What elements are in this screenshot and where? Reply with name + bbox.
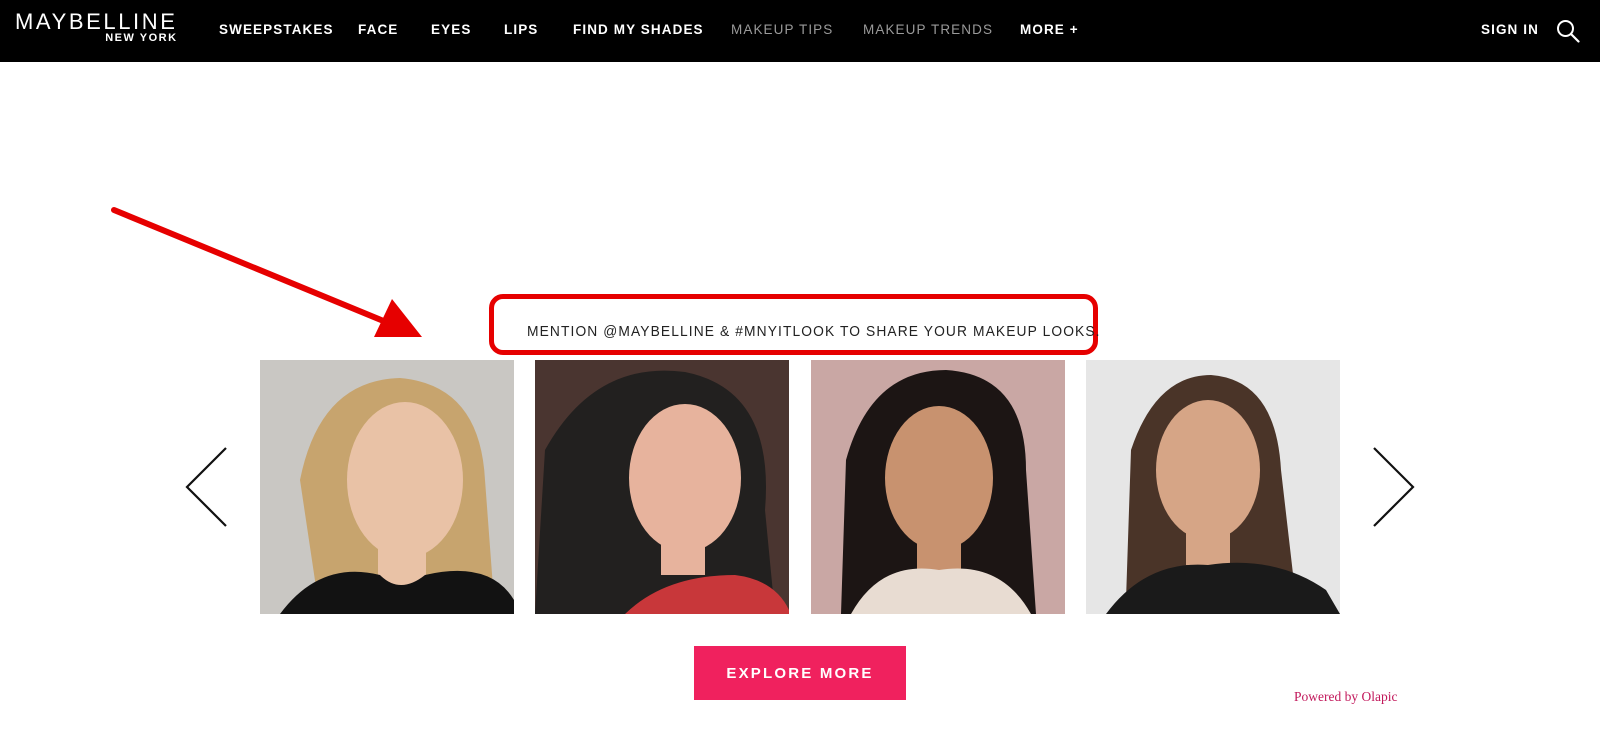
search-icon[interactable] xyxy=(1556,19,1580,43)
ugc-photo-3[interactable] xyxy=(811,360,1065,614)
sign-in-link[interactable]: SIGN IN xyxy=(1481,22,1539,38)
ugc-photo-2[interactable] xyxy=(535,360,789,614)
nav-sweepstakes[interactable]: SWEEPSTAKES xyxy=(219,22,334,38)
nav-face[interactable]: FACE xyxy=(358,22,398,38)
maybelline-logo[interactable]: MAYBELLINE NEW YORK xyxy=(15,9,178,45)
top-navigation-bar: MAYBELLINE NEW YORK SWEEPSTAKES FACE EYE… xyxy=(0,0,1600,62)
powered-by-olapic-link[interactable]: Powered by Olapic xyxy=(1294,689,1397,705)
nav-makeup-trends[interactable]: MAKEUP TRENDS xyxy=(863,22,993,38)
nav-lips[interactable]: LIPS xyxy=(504,22,538,38)
chevron-left-icon[interactable] xyxy=(184,446,230,528)
gallery-headline: MENTION @MAYBELLINE & #MNYITLOOK TO SHAR… xyxy=(527,323,1101,340)
nav-makeup-tips[interactable]: MAKEUP TIPS xyxy=(731,22,833,38)
annotation-arrow xyxy=(111,207,422,337)
nav-more[interactable]: MORE + xyxy=(1020,22,1079,38)
nav-eyes[interactable]: EYES xyxy=(431,22,471,38)
logo-subtext: NEW YORK xyxy=(105,32,178,44)
explore-more-button[interactable]: EXPLORE MORE xyxy=(694,646,906,700)
nav-find-my-shades[interactable]: FIND MY SHADES xyxy=(573,22,704,38)
ugc-photo-4[interactable] xyxy=(1086,360,1340,614)
logo-wordmark: MAYBELLINE xyxy=(15,9,178,34)
chevron-right-icon[interactable] xyxy=(1370,446,1416,528)
ugc-photo-1[interactable] xyxy=(260,360,514,614)
